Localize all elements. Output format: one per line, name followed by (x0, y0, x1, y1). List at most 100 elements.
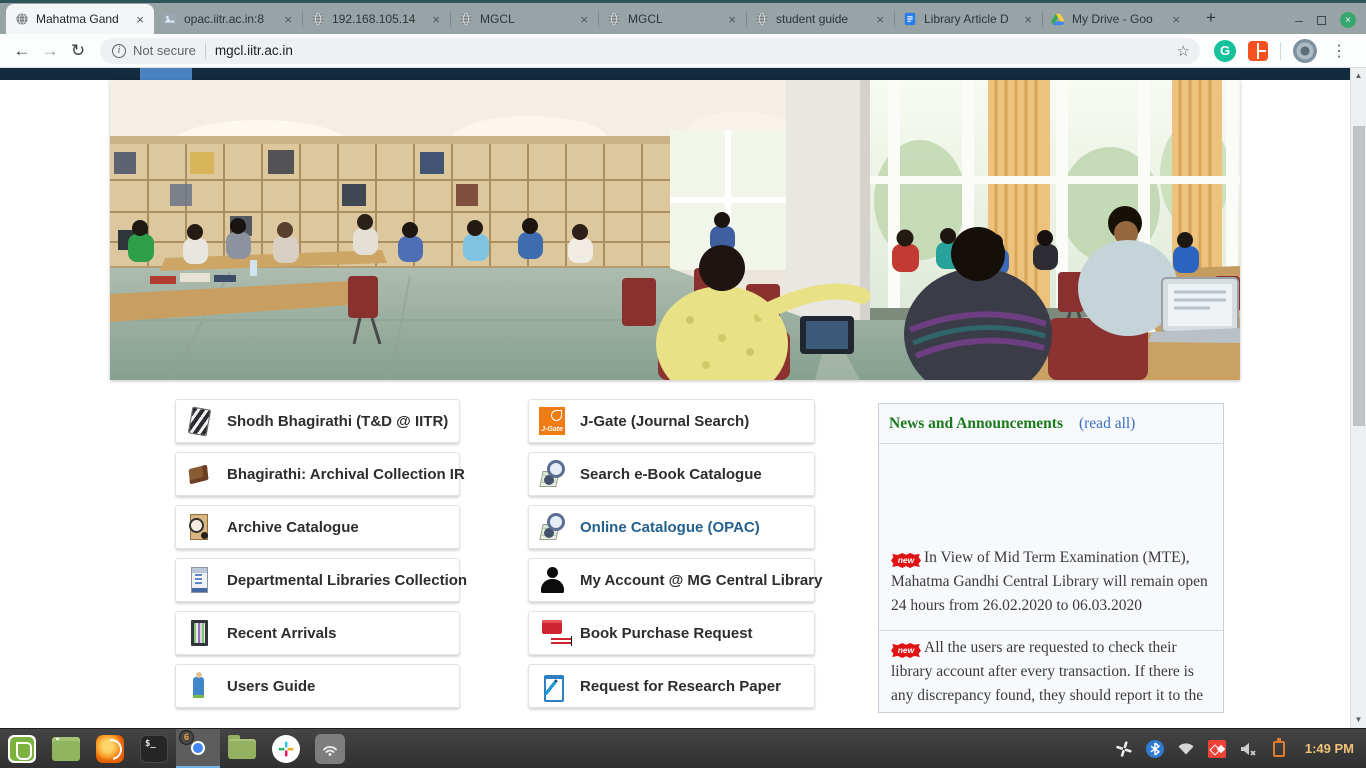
link-label: My Account @ MG Central Library (580, 572, 822, 589)
tab-close-icon[interactable]: × (429, 12, 443, 27)
person-icon (539, 565, 565, 595)
tab-mgcl-2[interactable]: MGCL × (598, 4, 746, 34)
link-book-purchase-request[interactable]: Book Purchase Request (528, 611, 815, 655)
drive-favicon (1051, 12, 1065, 26)
scroll-down-arrow[interactable]: ▼ (1351, 712, 1366, 728)
link-shodh-bhagirathi[interactable]: Shodh Bhagirathi (T&D @ IITR) (175, 399, 460, 443)
link-recent-arrivals[interactable]: Recent Arrivals (175, 611, 460, 655)
navbar-active-item[interactable] (140, 68, 192, 80)
tab-title: opac.iitr.ac.in:8 (184, 12, 274, 26)
volume-muted-icon[interactable] (1239, 740, 1257, 758)
bookmark-star-icon[interactable]: ☆ (1177, 42, 1190, 60)
link-search-ebook-catalogue[interactable]: Search e-Book Catalogue (528, 452, 815, 496)
red-book-icon (539, 618, 565, 648)
window-minimize-button[interactable]: – (1295, 12, 1303, 28)
tab-close-icon[interactable]: × (725, 12, 739, 27)
browser-menu-icon[interactable]: ⋮ (1331, 41, 1347, 61)
tab-mgcl-1[interactable]: MGCL × (450, 4, 598, 34)
wifi-status-icon[interactable] (1177, 740, 1195, 758)
reload-button[interactable]: ↻ (64, 41, 92, 61)
tab-ip-address[interactable]: 192.168.105.14 × (302, 4, 450, 34)
profile-avatar[interactable] (1293, 39, 1317, 63)
scroll-up-arrow[interactable]: ▲ (1351, 68, 1366, 84)
browser-toolbar: ← → ↻ i Not secure mgcl.iitr.ac.in ☆ G ⋮ (0, 34, 1366, 68)
tab-student-guide[interactable]: student guide × (746, 4, 894, 34)
scrollbar-thumb[interactable] (1353, 126, 1365, 426)
site-navbar-bottom-edge (0, 68, 1350, 80)
link-my-account[interactable]: My Account @ MG Central Library (528, 558, 815, 602)
link-online-catalogue-opac[interactable]: Online Catalogue (OPAC) (528, 505, 815, 549)
terminal-launcher[interactable]: $_ (132, 729, 176, 768)
tab-opac[interactable]: opac.iitr.ac.in:8 × (154, 4, 302, 34)
page-scrollbar[interactable]: ▲ ▼ (1350, 68, 1366, 728)
chrome-notification-badge: 6 (179, 730, 194, 745)
link-label: Recent Arrivals (227, 625, 337, 642)
tab-title: MGCL (480, 12, 570, 26)
quick-links-column-right: J-Gate J-Gate (Journal Search) Search e-… (528, 399, 815, 717)
wifi-app-icon (315, 734, 345, 764)
tab-close-icon[interactable]: × (1169, 12, 1183, 27)
news-panel: News and Announcements (read all) newIn … (878, 403, 1224, 713)
tab-close-icon[interactable]: × (281, 12, 295, 27)
chrome-taskbar-button[interactable]: 6 (176, 729, 220, 768)
firefox-launcher[interactable] (88, 729, 132, 768)
jgate-icon-text: J-Gate (539, 426, 565, 433)
mint-logo-icon (8, 735, 36, 763)
link-label: Book Purchase Request (580, 625, 753, 642)
tray-pinwheel-icon[interactable] (1115, 740, 1133, 758)
toolbar-separator (1280, 42, 1281, 60)
extensions-area: G ⋮ (1214, 39, 1357, 63)
tab-mahatma-gandhi-library[interactable]: Mahatma Gand × (6, 4, 154, 34)
tab-close-icon[interactable]: × (577, 12, 591, 27)
grammarly-extension-icon[interactable]: G (1214, 40, 1236, 62)
tab-my-drive[interactable]: My Drive - Goo × (1042, 4, 1190, 34)
taskbar-clock[interactable]: 1:49 PM (1305, 741, 1354, 756)
window-close-button[interactable]: × (1340, 12, 1356, 28)
anydesk-icon[interactable] (1208, 740, 1226, 758)
file-manager-launcher[interactable] (220, 729, 264, 768)
link-label: Bhagirathi: Archival Collection IR (227, 466, 465, 483)
bookshelf-icon (186, 618, 212, 648)
slack-icon (272, 735, 300, 763)
battery-icon[interactable] (1270, 740, 1288, 758)
browser-tab-strip: Mahatma Gand × opac.iitr.ac.in:8 × 192.1… (0, 0, 1366, 34)
tab-library-article[interactable]: Library Article D × (894, 4, 1042, 34)
link-users-guide[interactable]: Users Guide (175, 664, 460, 708)
magnifier-books-icon (539, 512, 565, 542)
read-all-link[interactable]: (read all) (1079, 415, 1135, 433)
news-item: newAll the users are requested to check … (879, 630, 1223, 711)
bluetooth-icon[interactable] (1146, 740, 1164, 758)
link-request-research-paper[interactable]: Request for Research Paper (528, 664, 815, 708)
network-tool-launcher[interactable] (308, 729, 352, 768)
link-departmental-libraries[interactable]: Departmental Libraries Collection (175, 558, 460, 602)
magnifier-books-icon (539, 459, 565, 489)
new-tab-button[interactable]: + (1198, 5, 1224, 31)
grid-extension-icon[interactable] (1248, 41, 1268, 61)
terminal-icon: $_ (140, 735, 168, 763)
site-info-icon[interactable]: i (112, 44, 126, 58)
link-jgate[interactable]: J-Gate J-Gate (Journal Search) (528, 399, 815, 443)
slack-launcher[interactable] (264, 729, 308, 768)
tab-title: 192.168.105.14 (332, 12, 422, 26)
address-bar[interactable]: i Not secure mgcl.iitr.ac.in ☆ (100, 38, 1200, 64)
tab-close-icon[interactable]: × (1021, 12, 1035, 27)
link-archive-catalogue[interactable]: Archive Catalogue (175, 505, 460, 549)
url-separator (205, 43, 206, 59)
quick-links-column-left: Shodh Bhagirathi (T&D @ IITR) Bhagirathi… (175, 399, 460, 717)
screen: Mahatma Gand × opac.iitr.ac.in:8 × 192.1… (0, 0, 1366, 768)
tab-close-icon[interactable]: × (873, 12, 887, 27)
new-badge-icon: new (891, 643, 921, 658)
back-button[interactable]: ← (8, 41, 36, 61)
tab-close-icon[interactable]: × (133, 12, 147, 27)
thesis-stack-icon (186, 406, 212, 436)
firefox-icon (96, 735, 124, 763)
forward-button[interactable]: → (36, 41, 64, 61)
tab-title: Library Article D (924, 12, 1014, 26)
url-text: mgcl.iitr.ac.in (215, 43, 1177, 58)
show-desktop-button[interactable] (44, 729, 88, 768)
mint-menu-button[interactable] (0, 729, 44, 768)
link-bhagirathi-archival-ir[interactable]: Bhagirathi: Archival Collection IR (175, 452, 460, 496)
window-maximize-button[interactable] (1317, 16, 1326, 25)
news-item: newIn View of Mid Term Examination (MTE)… (879, 444, 1223, 630)
tab-title: My Drive - Goo (1072, 12, 1162, 26)
